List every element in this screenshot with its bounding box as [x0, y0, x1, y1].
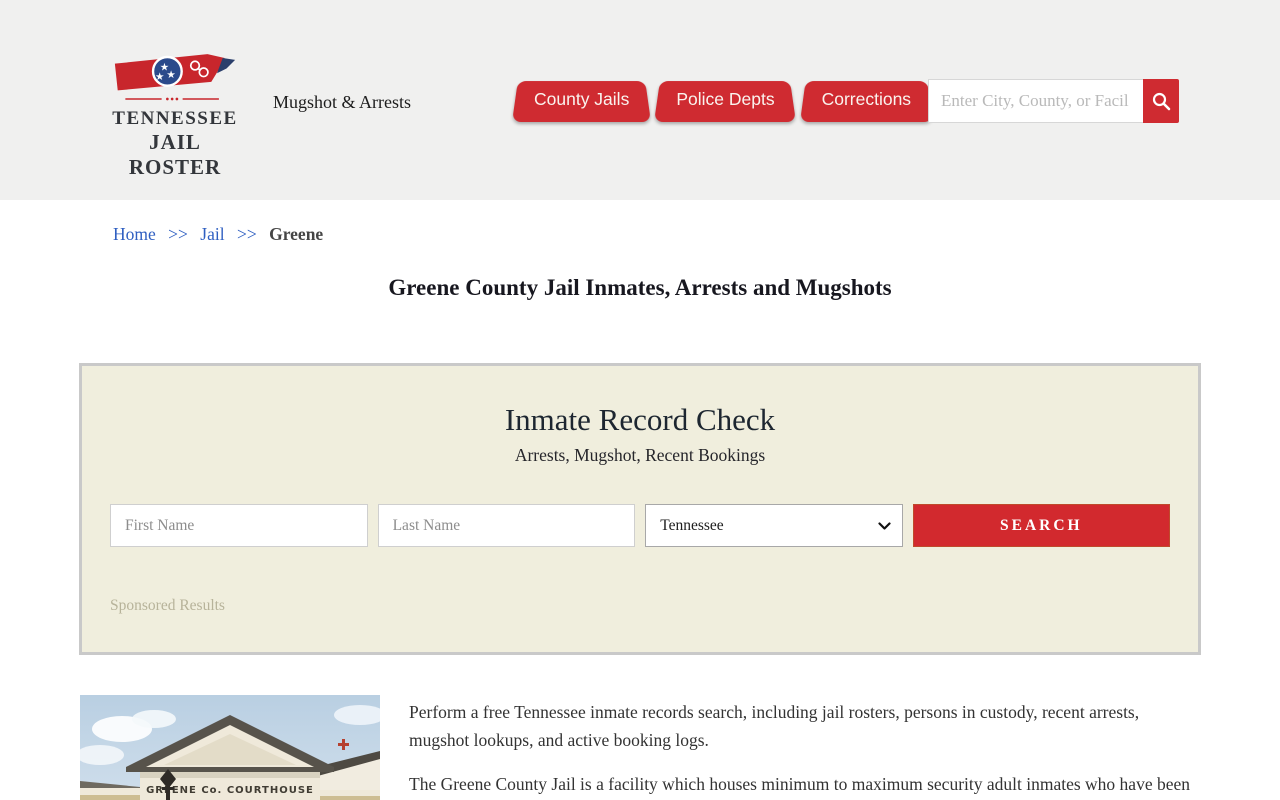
content-text: Perform a free Tennessee inmate records … — [409, 695, 1200, 800]
page-title: Greene County Jail Inmates, Arrests and … — [388, 275, 892, 300]
site-tagline: Mugshot & Arrests — [273, 92, 412, 112]
state-select-wrap: Tennessee — [645, 504, 903, 547]
main-nav: County Jails Police Depts Corrections — [512, 77, 933, 122]
star-icon: ★ — [166, 69, 175, 81]
breadcrumb-link-jail[interactable]: Jail — [200, 224, 224, 244]
logo-divider — [125, 97, 219, 101]
site-header: ★ ★ ★ TENNESSEE JAIL ROSTER Mugshot & Ar… — [0, 0, 1280, 200]
courthouse-frieze-text: GREENE Co. COURTHOUSE — [146, 785, 314, 796]
sponsored-results-label: Sponsored Results — [110, 597, 225, 614]
breadcrumb-current: Greene — [269, 224, 324, 244]
breadcrumb-separator: >> — [168, 224, 188, 244]
logo-title-line2: JAIL ROSTER — [128, 130, 222, 179]
facility-search-input[interactable] — [928, 79, 1143, 123]
tennessee-state-icon: ★ ★ ★ — [114, 54, 236, 101]
facility-search-button[interactable] — [1143, 79, 1179, 123]
facility-paragraph: The Greene County Jail is a facility whi… — [409, 774, 1191, 794]
content-section: GREENE Co. COURTHOUSE Perform a free Ten… — [80, 695, 1200, 800]
facility-search — [928, 79, 1179, 123]
inmate-search-form: Tennessee SEARCH — [110, 504, 1171, 547]
logo-title-line1: TENNESSEE — [112, 108, 238, 129]
nav-label: County Jails — [534, 89, 630, 109]
search-button[interactable]: SEARCH — [912, 504, 1171, 547]
nav-button-police-depts[interactable]: Police Depts — [654, 77, 796, 122]
intro-paragraph: Perform a free Tennessee inmate records … — [409, 702, 1140, 750]
nav-button-county-jails[interactable]: County Jails — [512, 77, 651, 122]
star-icon: ★ — [155, 71, 164, 83]
state-select[interactable]: Tennessee — [645, 504, 903, 547]
nav-label: Corrections — [821, 89, 912, 109]
courthouse-image: GREENE Co. COURTHOUSE — [80, 695, 380, 800]
breadcrumb-link-home[interactable]: Home — [113, 224, 156, 244]
tennessee-jail-roster-logo[interactable]: ★ ★ ★ TENNESSEE JAIL ROSTER — [110, 50, 240, 180]
inmate-record-check-panel: Inmate Record Check Arrests, Mugshot, Re… — [79, 363, 1201, 655]
nav-label: Police Depts — [676, 89, 775, 109]
breadcrumb: Home >> Jail >> Greene — [0, 200, 1280, 245]
search-icon — [1152, 92, 1171, 111]
panel-subtitle: Arrests, Mugshot, Recent Bookings — [514, 445, 766, 465]
nav-button-corrections[interactable]: Corrections — [800, 77, 933, 122]
panel-title: Inmate Record Check — [504, 402, 776, 437]
first-name-input[interactable] — [110, 504, 368, 547]
breadcrumb-separator: >> — [236, 224, 257, 244]
last-name-input[interactable] — [377, 504, 636, 547]
